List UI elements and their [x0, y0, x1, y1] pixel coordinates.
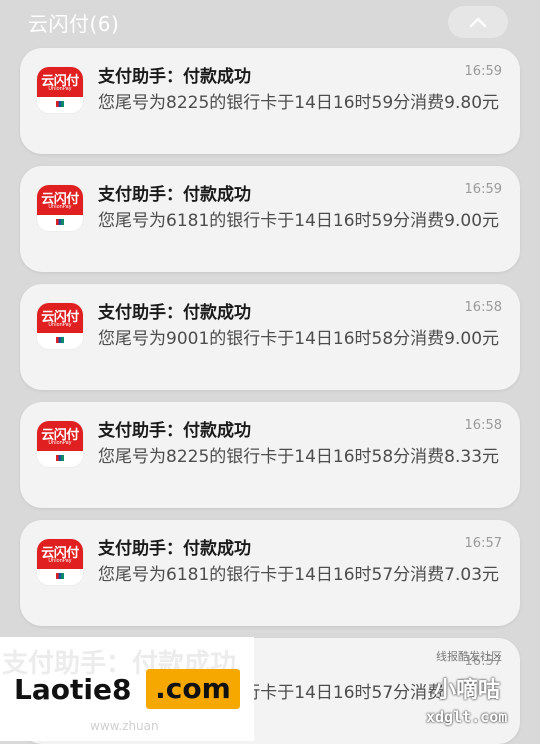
app-icon-sub-text: UnionPay [48, 440, 72, 446]
notification-card[interactable]: 云闪付 UnionPay 支付助手：付款成功 16:59 您尾号为6181的银行卡于14… [20, 166, 520, 272]
notification-body: 您尾号为8225的银行卡于14日16时58分消费8.33元 [98, 447, 500, 467]
unionpay-app-icon: 云闪付UnionPay [36, 420, 84, 468]
watermark-xiaodigu: 小嘀咕 [434, 678, 501, 703]
notification-card[interactable]: 云闪付 UnionPay 支付助手：付款成功 16:57 您尾号为6181的银行卡于14… [20, 520, 520, 626]
notification-body: 您尾号为9001的银行卡于14日16时58分消费9.00元 [98, 329, 500, 349]
notification-time: 16:59 [464, 182, 502, 197]
unionpay-mark-icon [56, 337, 64, 343]
app-icon-sub-text: UnionPay [48, 322, 72, 328]
watermark-laotie8: 支付助手：付款成功 Laotie8 .com www.zhuan [0, 637, 254, 741]
notification-body: 您尾号为6181的银行卡于14日16时59分消费9.00元 [98, 211, 500, 231]
unionpay-mark-icon [56, 101, 64, 107]
chevron-up-icon [469, 17, 487, 28]
notification-title: 支付助手：付款成功 [98, 539, 251, 559]
collapse-button[interactable] [448, 6, 508, 38]
unionpay-mark-icon [56, 455, 64, 461]
watermark-url: www.zhuan [90, 719, 159, 733]
notification-title: 支付助手：付款成功 [98, 185, 251, 205]
watermark-com-badge: .com [146, 669, 240, 709]
notification-time: 16:58 [464, 418, 502, 433]
app-group-title: 云闪付(6) [28, 12, 120, 36]
notification-title: 支付助手：付款成功 [98, 421, 251, 441]
unionpay-app-icon: 云闪付UnionPay [36, 66, 84, 114]
unionpay-app-icon: 云闪付UnionPay [36, 538, 84, 586]
notification-time: 16:57 [464, 536, 502, 551]
notification-body: 您尾号为6181的银行卡于14日16时57分消费7.03元 [98, 565, 500, 585]
watermark-laotie8-text: Laotie8 [14, 673, 132, 706]
watermark-xdglt-url: xdglt.com [426, 708, 508, 726]
watermark-community-text: 线报酷发社区 [436, 650, 502, 663]
unionpay-app-icon: 云闪付UnionPay [36, 184, 84, 232]
notification-title: 支付助手：付款成功 [98, 67, 251, 87]
app-icon-sub-text: UnionPay [48, 204, 72, 210]
app-icon-sub-text: UnionPay [48, 558, 72, 564]
notification-time: 16:59 [464, 64, 502, 79]
notification-time: 16:58 [464, 300, 502, 315]
notification-group-header: 云闪付(6) [0, 0, 540, 44]
notification-card[interactable]: 云闪付 UnionPay 支付助手：付款成功 16:58 您尾号为9001的银行卡于14… [20, 284, 520, 390]
unionpay-app-icon: 云闪付UnionPay [36, 302, 84, 350]
notification-card[interactable]: 云闪付 UnionPay 支付助手：付款成功 16:58 您尾号为8225的银行卡于14… [20, 402, 520, 508]
app-icon-sub-text: UnionPay [48, 86, 72, 92]
unionpay-mark-icon [56, 219, 64, 225]
unionpay-mark-icon [56, 573, 64, 579]
notification-title: 支付助手：付款成功 [98, 303, 251, 323]
notification-card[interactable]: 云闪付 UnionPay 支付助手：付款成功 16:59 您尾号为8225的银行卡于14… [20, 48, 520, 154]
notification-body: 您尾号为8225的银行卡于14日16时59分消费9.80元 [98, 93, 500, 113]
